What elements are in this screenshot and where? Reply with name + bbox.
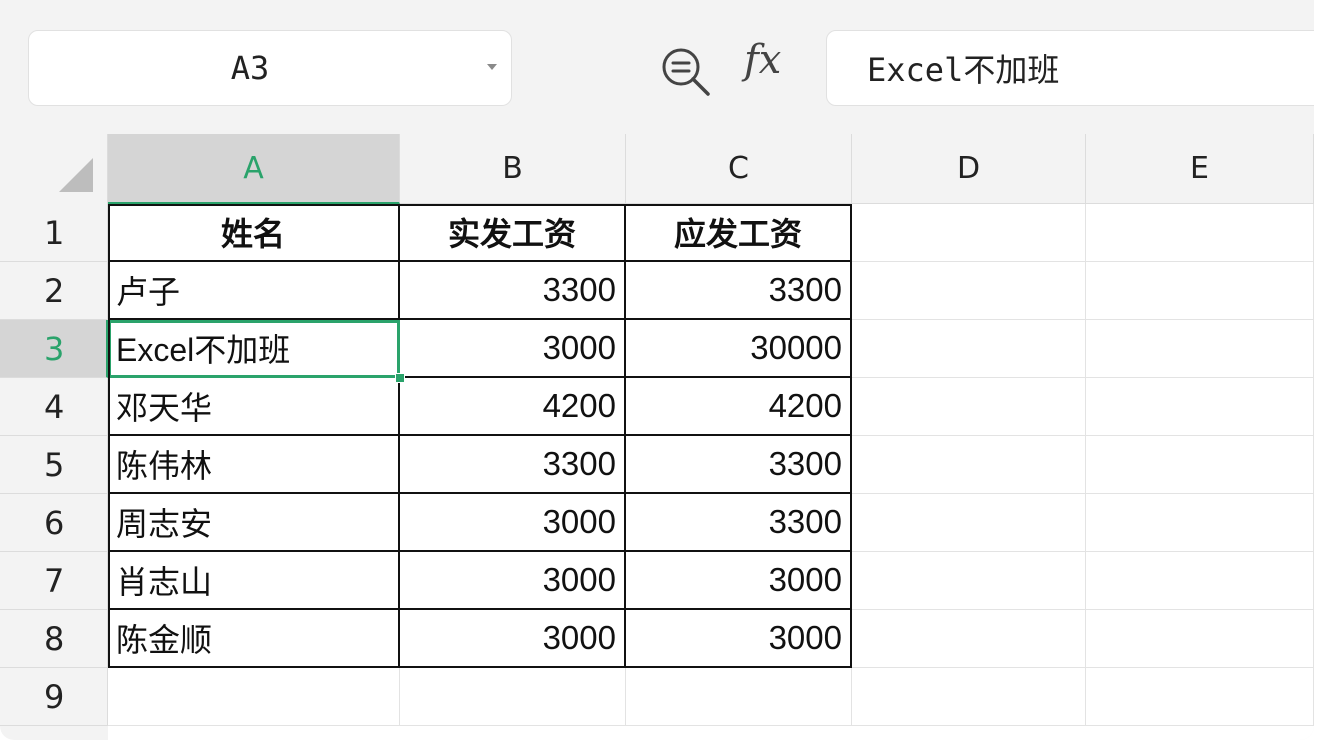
name-box-value[interactable]: A3	[29, 31, 471, 105]
cell-a8[interactable]: 陈金顺	[108, 610, 400, 668]
cell-a9[interactable]	[108, 668, 400, 726]
cell-b6[interactable]: 3000	[400, 494, 626, 552]
row-header-8[interactable]: 8	[0, 610, 108, 668]
row-header-4[interactable]: 4	[0, 378, 108, 436]
cell-e4[interactable]	[1086, 378, 1314, 436]
cell-b1[interactable]: 实发工资	[400, 204, 626, 262]
column-header-d[interactable]: D	[852, 134, 1086, 204]
table-left-border	[108, 204, 110, 668]
row-header-3[interactable]: 3	[0, 320, 108, 378]
cell-d7[interactable]	[852, 552, 1086, 610]
cell-c5[interactable]: 3300	[626, 436, 852, 494]
column-header-a[interactable]: A	[108, 134, 400, 204]
cell-d9[interactable]	[852, 668, 1086, 726]
spreadsheet-window: A3 fx Excel不加班 A B C D E 1 2 3 4 5 6 7 8…	[0, 0, 1314, 740]
cell-c1[interactable]: 应发工资	[626, 204, 852, 262]
cell-e6[interactable]	[1086, 494, 1314, 552]
column-header-e[interactable]: E	[1086, 134, 1314, 204]
column-header-c[interactable]: C	[626, 134, 852, 204]
table-top-border	[108, 204, 852, 206]
cell-c2[interactable]: 3300	[626, 262, 852, 320]
cell-d2[interactable]	[852, 262, 1086, 320]
cell-c3[interactable]: 30000	[626, 320, 852, 378]
zoom-out-icon[interactable]	[658, 44, 718, 100]
function-fx-icon[interactable]: fx	[744, 40, 781, 80]
cell-d6[interactable]	[852, 494, 1086, 552]
row-header-5[interactable]: 5	[0, 436, 108, 494]
cell-a2[interactable]: 卢子	[108, 262, 400, 320]
cell-e9[interactable]	[1086, 668, 1314, 726]
chevron-down-icon[interactable]	[487, 64, 497, 70]
row-header-7[interactable]: 7	[0, 552, 108, 610]
cell-e3[interactable]	[1086, 320, 1314, 378]
cell-a4[interactable]: 邓天华	[108, 378, 400, 436]
cell-c7[interactable]: 3000	[626, 552, 852, 610]
cell-c4[interactable]: 4200	[626, 378, 852, 436]
cell-a7[interactable]: 肖志山	[108, 552, 400, 610]
cell-b5[interactable]: 3300	[400, 436, 626, 494]
select-all-corner[interactable]	[0, 134, 108, 204]
cell-b9[interactable]	[400, 668, 626, 726]
cell-c6[interactable]: 3300	[626, 494, 852, 552]
row-header-6[interactable]: 6	[0, 494, 108, 552]
cell-a3-text: Excel不加班	[116, 332, 291, 368]
cell-c8[interactable]: 3000	[626, 610, 852, 668]
row-header-9[interactable]: 9	[0, 668, 108, 726]
row-header-1[interactable]: 1	[0, 204, 108, 262]
cell-d4[interactable]	[852, 378, 1086, 436]
cell-b4[interactable]: 4200	[400, 378, 626, 436]
cell-d1[interactable]	[852, 204, 1086, 262]
cell-e2[interactable]	[1086, 262, 1314, 320]
cell-e5[interactable]	[1086, 436, 1314, 494]
column-header-b[interactable]: B	[400, 134, 626, 204]
cell-area: 姓名 实发工资 应发工资 卢子 3300 3300 Excel不加班 3000 …	[108, 204, 1314, 740]
cell-b8[interactable]: 3000	[400, 610, 626, 668]
cell-e8[interactable]	[1086, 610, 1314, 668]
select-all-triangle-icon	[59, 158, 93, 192]
cell-a5[interactable]: 陈伟林	[108, 436, 400, 494]
name-box[interactable]: A3	[28, 30, 512, 106]
cell-b3[interactable]: 3000	[400, 320, 626, 378]
cell-a6[interactable]: 周志安	[108, 494, 400, 552]
cell-b7[interactable]: 3000	[400, 552, 626, 610]
cell-b2[interactable]: 3300	[400, 262, 626, 320]
cell-d8[interactable]	[852, 610, 1086, 668]
formula-input[interactable]: Excel不加班	[826, 30, 1314, 106]
fill-handle[interactable]	[395, 373, 405, 383]
cell-a1[interactable]: 姓名	[108, 204, 400, 262]
cell-d3[interactable]	[852, 320, 1086, 378]
cell-c9[interactable]	[626, 668, 852, 726]
cell-a3[interactable]: Excel不加班	[108, 320, 400, 378]
cell-e7[interactable]	[1086, 552, 1314, 610]
cell-d5[interactable]	[852, 436, 1086, 494]
cell-e1[interactable]	[1086, 204, 1314, 262]
row-header-2[interactable]: 2	[0, 262, 108, 320]
